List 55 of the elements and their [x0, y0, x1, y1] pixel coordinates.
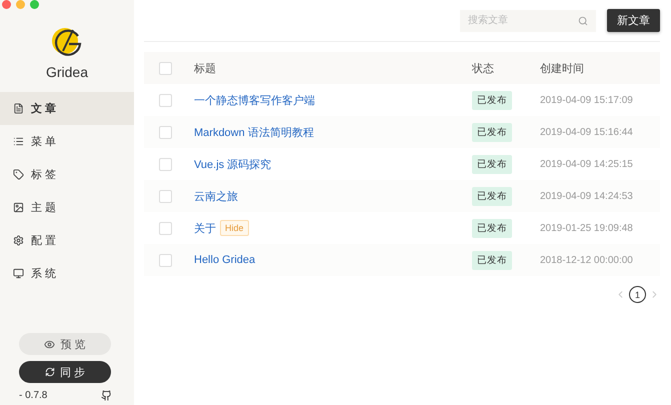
sidebar-item[interactable]: 菜 单 — [0, 125, 134, 158]
status-tag: 已发布 — [472, 186, 512, 206]
created-time: 2019-04-09 14:25:15 — [540, 158, 634, 170]
created-time: 2018-12-12 00:00:00 — [540, 254, 634, 266]
article-title-link[interactable]: Hello Gridea — [194, 254, 256, 266]
article-title-link[interactable]: 云南之旅 — [194, 188, 238, 204]
sidebar-item[interactable]: 标 签 — [0, 158, 134, 191]
settings-icon — [13, 235, 24, 246]
eye-icon — [44, 338, 56, 350]
row-checkbox[interactable] — [159, 190, 172, 202]
created-time: 2019-04-09 15:16:44 — [540, 126, 634, 138]
row-checkbox[interactable] — [159, 126, 172, 138]
status-tag: 已发布 — [472, 218, 512, 238]
github-icon[interactable] — [101, 390, 112, 401]
close-dot[interactable] — [2, 0, 11, 9]
status-tag: 已发布 — [472, 154, 512, 174]
sidebar-item[interactable]: 系 统 — [0, 257, 134, 290]
new-article-button[interactable]: 新文章 — [607, 9, 660, 32]
version-label: - 0.7.8 — [19, 390, 48, 401]
monitor-icon — [13, 268, 24, 279]
article-title-link[interactable]: Markdown 语法简明教程 — [194, 124, 314, 140]
column-header: 标题 — [194, 62, 217, 76]
image-icon — [13, 202, 24, 213]
created-time: 2019-04-09 15:17:09 — [540, 94, 634, 106]
column-header: 创建时间 — [540, 62, 585, 76]
list-icon — [13, 136, 24, 147]
row-checkbox[interactable] — [159, 158, 172, 170]
sync-button[interactable]: 同 步 — [19, 361, 111, 383]
row-checkbox[interactable] — [159, 94, 172, 106]
created-time: 2019-04-09 14:24:53 — [540, 190, 634, 202]
refresh-icon — [44, 367, 55, 377]
select-all-checkbox[interactable] — [159, 62, 172, 74]
sidebar-item[interactable]: 配 置 — [0, 224, 134, 257]
status-tag: 已发布 — [472, 90, 512, 110]
page-button[interactable]: 1 — [629, 286, 646, 303]
preview-button[interactable]: 预 览 — [19, 333, 111, 355]
search-field[interactable]: 搜索文章 — [460, 10, 596, 32]
tag-icon — [13, 169, 24, 180]
sidebar-item[interactable]: 文 章 — [0, 92, 134, 125]
maximize-dot[interactable] — [30, 0, 39, 9]
article-title-link[interactable]: 关于 — [194, 220, 216, 236]
sidebar-item[interactable]: 主 题 — [0, 191, 134, 224]
hidden-tag: Hide — [220, 220, 249, 236]
document-icon — [13, 103, 24, 114]
article-title-link[interactable]: 一个静态博客写作客户端 — [194, 92, 315, 108]
column-header: 状态 — [472, 62, 495, 76]
app-name: Gridea — [44, 64, 90, 80]
search-icon — [578, 16, 588, 26]
row-checkbox[interactable] — [159, 222, 172, 234]
status-tag: 已发布 — [472, 122, 512, 142]
article-title-link[interactable]: Vue.js 源码探究 — [194, 156, 272, 172]
status-tag: 已发布 — [472, 250, 512, 270]
row-checkbox[interactable] — [159, 254, 172, 266]
minimize-dot[interactable] — [16, 0, 25, 9]
created-time: 2019-01-25 19:09:48 — [540, 222, 634, 234]
